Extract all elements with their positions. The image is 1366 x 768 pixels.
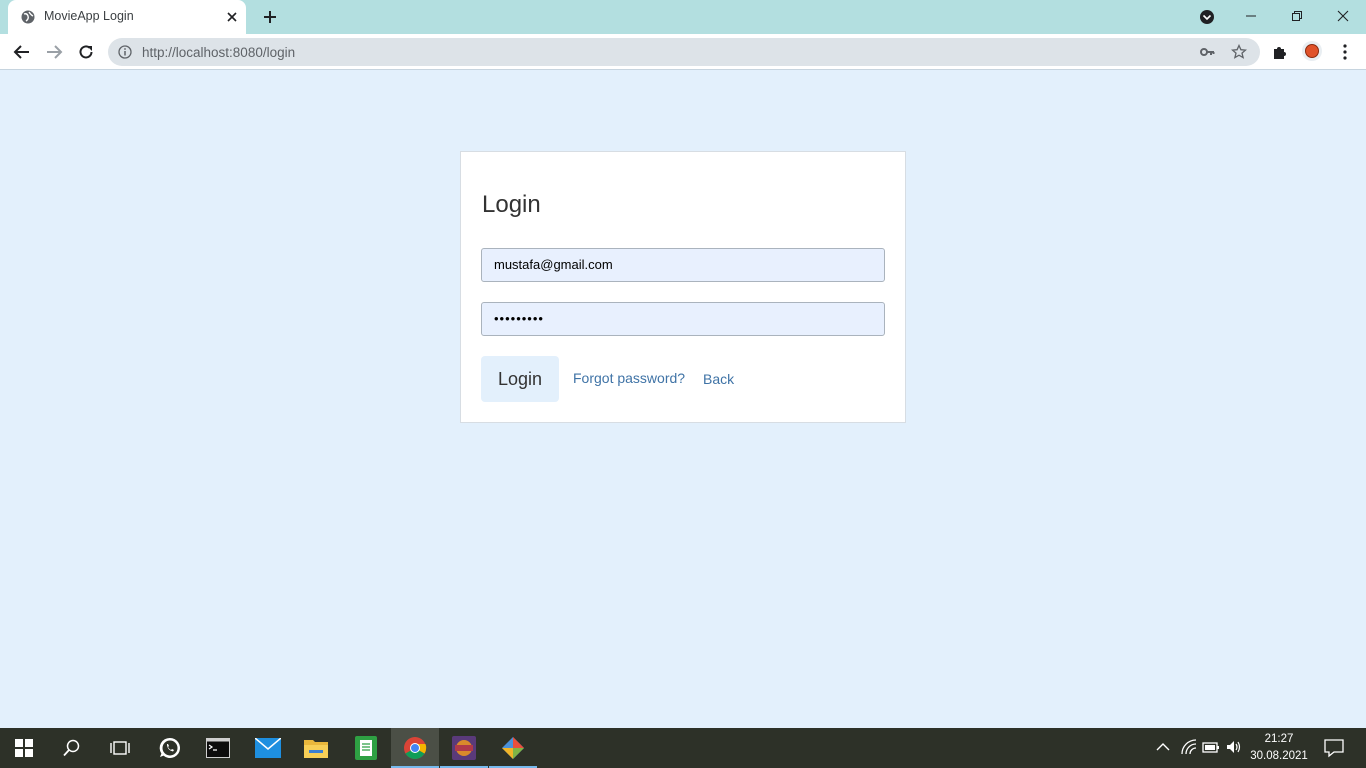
browser-tab-active[interactable]: MovieApp Login [8, 0, 246, 34]
notification-center-icon[interactable] [1324, 738, 1344, 758]
new-tab-icon[interactable] [260, 7, 280, 27]
info-icon[interactable] [118, 45, 132, 59]
git-icon [502, 737, 524, 759]
game-icon [452, 736, 476, 760]
browser-tab-strip: MovieApp Login [0, 0, 1366, 34]
url-text: http://localhost:8080/login [142, 45, 296, 60]
forgot-password-link[interactable]: Forgot password? [573, 370, 685, 386]
arrow-left-icon [13, 45, 29, 59]
globe-icon [21, 10, 35, 24]
battery-icon[interactable] [1202, 738, 1220, 756]
system-clock[interactable]: 21:27 30.08.2021 [1246, 731, 1312, 765]
tab-title: MovieApp Login [44, 9, 134, 23]
mail-app[interactable] [244, 728, 292, 768]
close-window-button[interactable] [1320, 0, 1366, 32]
chrome-app[interactable] [391, 728, 439, 768]
browser-toolbar: http://localhost:8080/login [0, 34, 1366, 70]
email-field[interactable]: mustafa@gmail.com [481, 248, 885, 282]
git-app[interactable] [489, 728, 537, 768]
game-app[interactable] [440, 728, 488, 768]
whatsapp-icon [159, 737, 180, 758]
search-button[interactable] [48, 728, 96, 768]
clock-time: 21:27 [1264, 733, 1294, 745]
chevron-up-icon[interactable] [1154, 738, 1172, 756]
login-card: Login mustafa@gmail.com ••••••••• Login … [460, 151, 906, 423]
network-icon[interactable] [1180, 738, 1198, 756]
back-button[interactable] [11, 41, 33, 63]
restore-button[interactable] [1274, 0, 1320, 32]
bookmark-star-icon[interactable] [1231, 44, 1247, 60]
back-link[interactable]: Back [703, 371, 734, 387]
close-tab-icon[interactable] [224, 9, 240, 25]
profile-avatar[interactable] [1302, 41, 1322, 61]
page-content: Login mustafa@gmail.com ••••••••• Login … [0, 71, 1366, 728]
whatsapp-app[interactable] [146, 728, 194, 768]
tab-search-icon[interactable] [1198, 8, 1216, 26]
windows-taskbar: 21:27 30.08.2021 [0, 728, 1366, 768]
task-view-icon [110, 741, 130, 755]
task-view-button[interactable] [96, 728, 144, 768]
avatar-icon [1305, 44, 1319, 58]
extensions-puzzle-icon[interactable] [1271, 43, 1289, 61]
reload-button[interactable] [75, 41, 97, 63]
minimize-icon [1246, 15, 1256, 17]
arrow-right-icon [47, 45, 63, 59]
notepad-app[interactable] [342, 728, 390, 768]
reload-icon [79, 45, 93, 59]
start-button[interactable] [0, 728, 48, 768]
forward-button[interactable] [43, 41, 65, 63]
file-explorer-app[interactable] [292, 728, 340, 768]
clock-date: 30.08.2021 [1250, 750, 1308, 762]
login-button[interactable]: Login [481, 356, 559, 402]
close-icon [1337, 10, 1349, 22]
notepad-icon [355, 736, 377, 760]
terminal-icon [206, 738, 230, 758]
login-heading: Login [482, 191, 541, 218]
chrome-icon [404, 737, 427, 759]
folder-icon [304, 740, 328, 758]
search-icon [63, 739, 80, 757]
minimize-button[interactable] [1228, 0, 1274, 32]
restore-icon [1292, 11, 1302, 21]
terminal-app[interactable] [194, 728, 242, 768]
windows-logo-icon [15, 739, 33, 757]
password-field[interactable]: ••••••••• [481, 302, 885, 336]
key-icon[interactable] [1199, 44, 1215, 60]
mail-icon [255, 738, 281, 758]
address-bar[interactable]: http://localhost:8080/login [108, 38, 1260, 66]
volume-icon[interactable] [1225, 738, 1243, 756]
chrome-menu-icon[interactable] [1336, 43, 1354, 61]
